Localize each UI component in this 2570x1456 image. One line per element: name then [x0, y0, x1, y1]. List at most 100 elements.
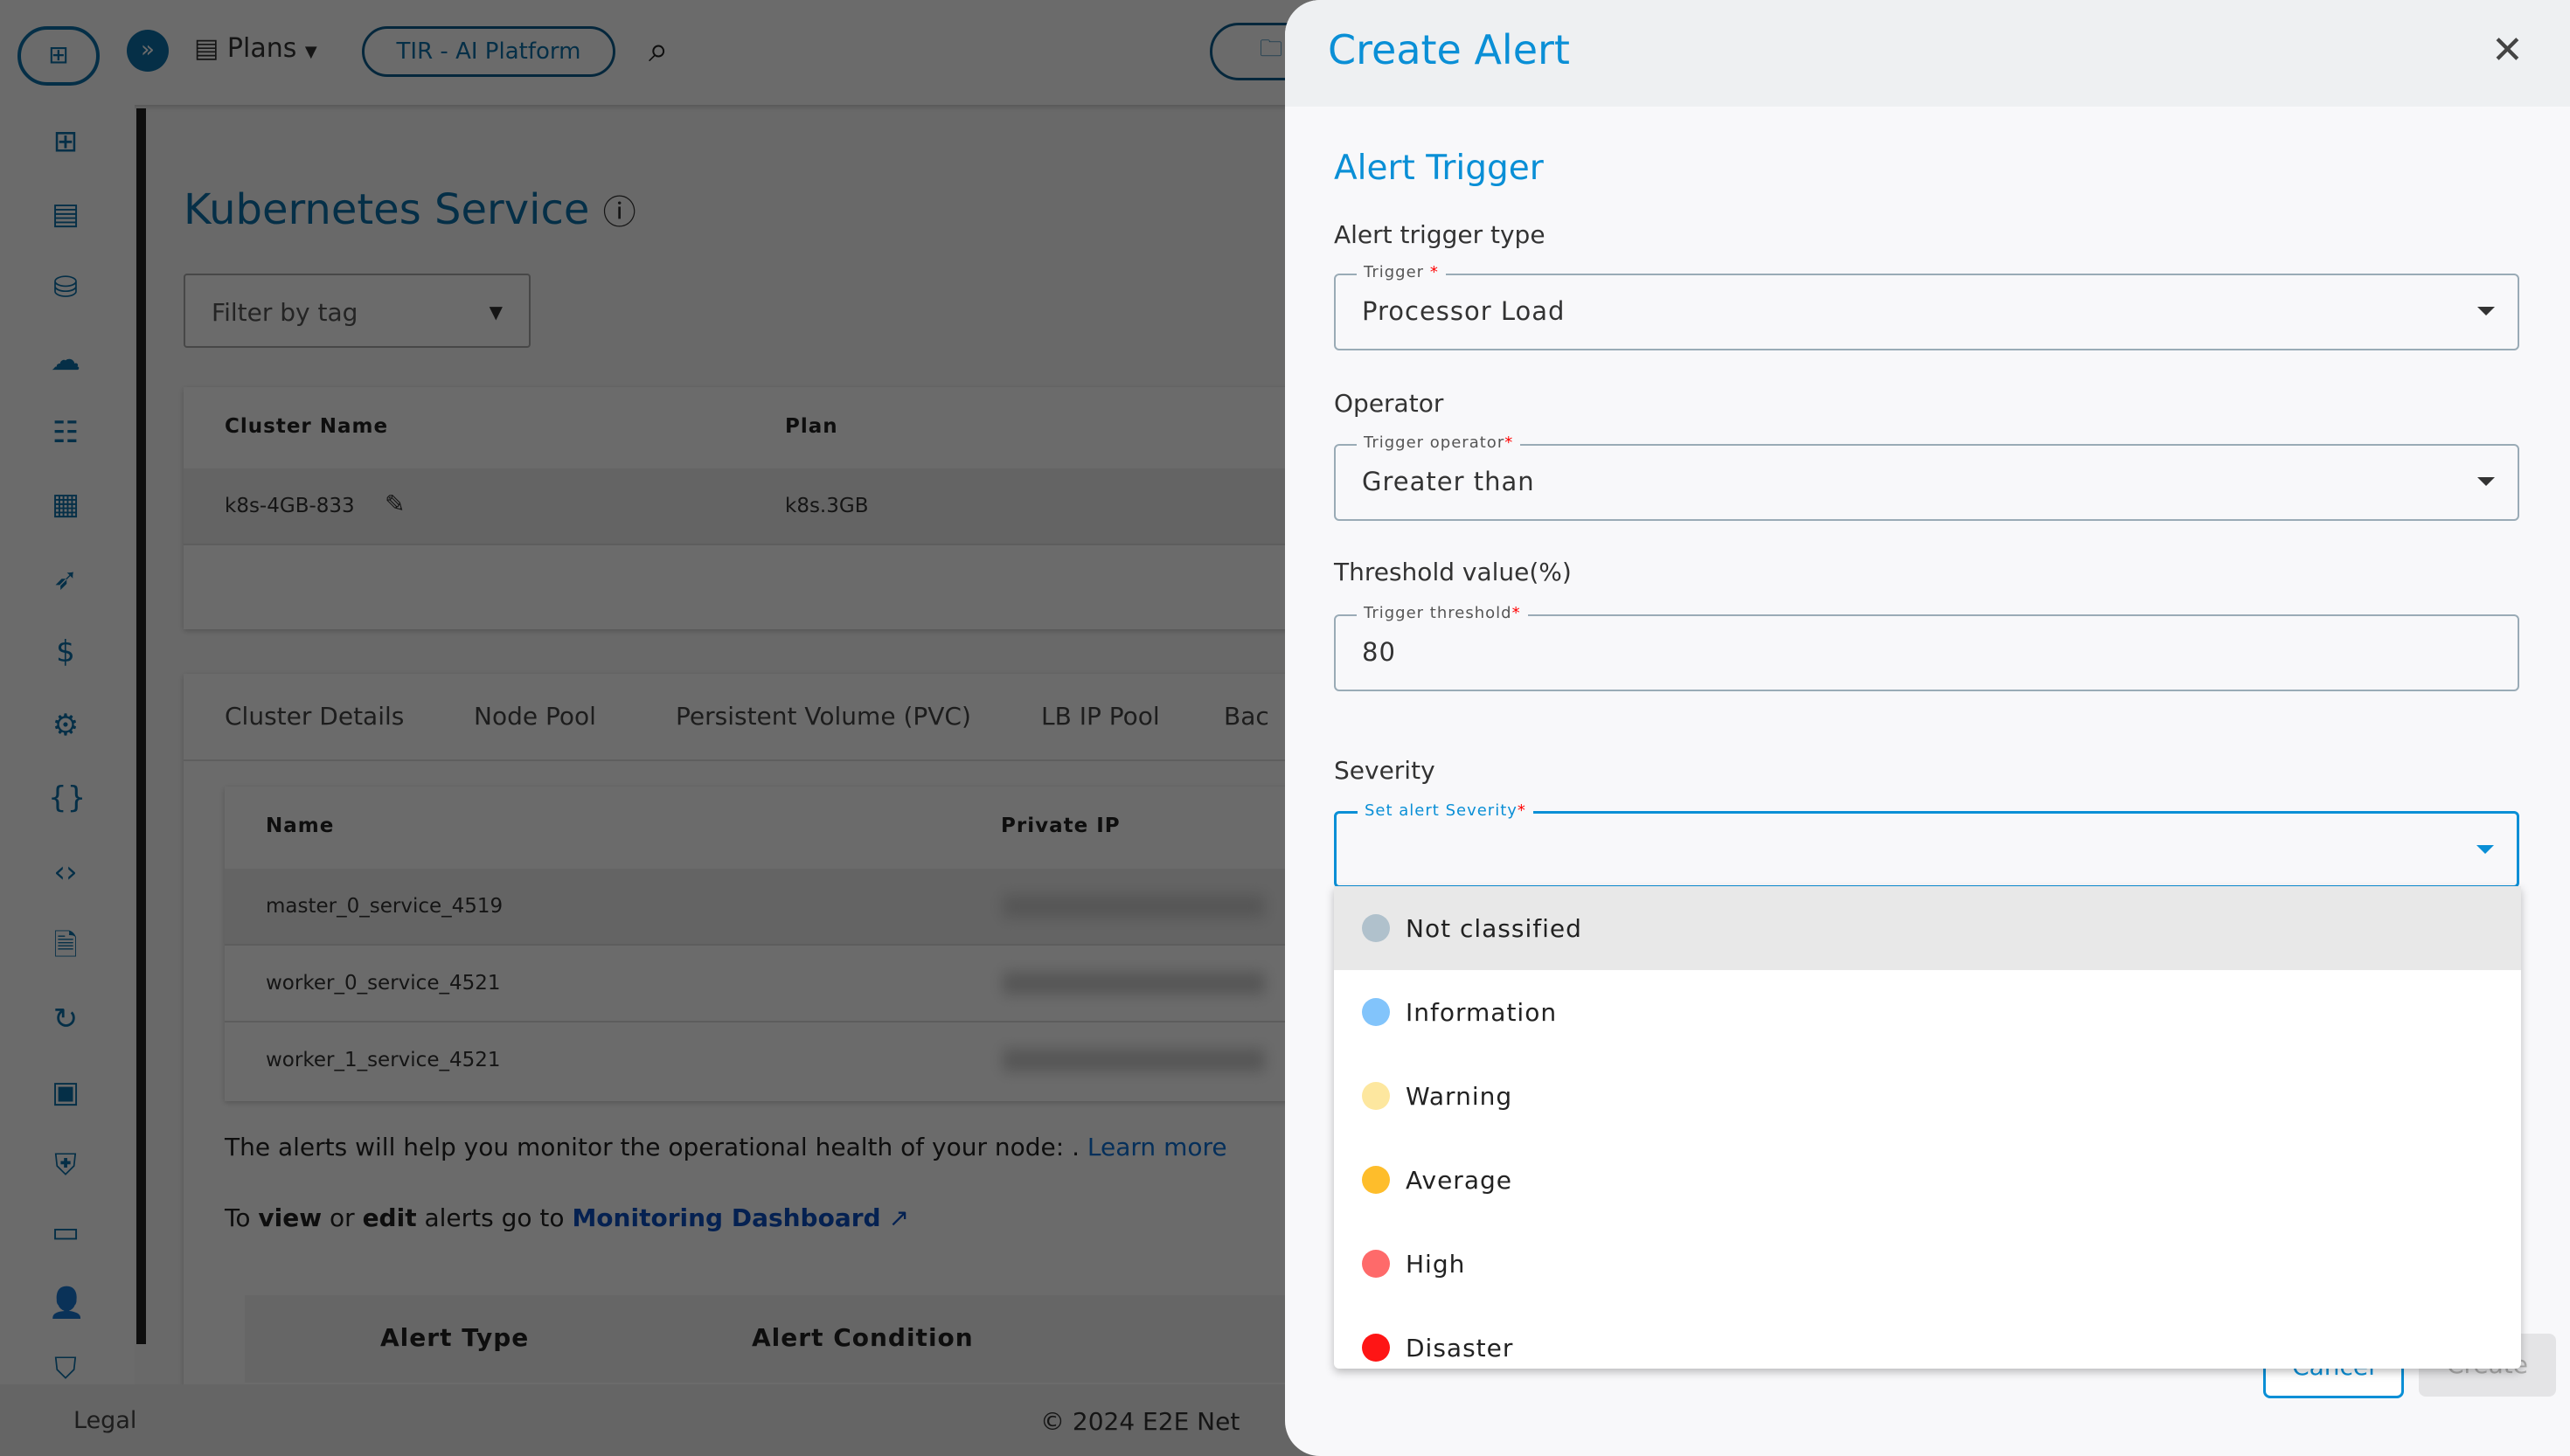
section-title: Alert Trigger: [1334, 149, 1544, 188]
refresh-icon[interactable]: ↻: [48, 1002, 83, 1037]
table-row[interactable]: k8s-4GB-833 ✎ k8s.3GB: [184, 468, 1320, 545]
cluster-table: Cluster Name Plan k8s-4GB-833 ✎ k8s.3GB: [184, 387, 1320, 629]
severity-color-dot-icon: [1362, 1250, 1390, 1278]
filter-by-tag-select[interactable]: Filter by tag ▼: [184, 274, 531, 348]
rocket-icon[interactable]: ➶: [48, 562, 83, 597]
chevron-down-icon: ▼: [489, 302, 503, 322]
threshold-label: Threshold value(%): [1334, 558, 1572, 586]
severity-option[interactable]: Information: [1334, 970, 2521, 1054]
node-name: master_0_service_4519: [266, 895, 504, 918]
severity-color-dot-icon: [1362, 1166, 1390, 1194]
trigger-threshold-input[interactable]: Trigger threshold* 80: [1334, 604, 2519, 691]
severity-option-label: Information: [1406, 997, 1558, 1027]
severity-option[interactable]: High: [1334, 1222, 2521, 1306]
severity-color-dot-icon: [1362, 914, 1390, 942]
severity-option[interactable]: Disaster: [1334, 1306, 2521, 1390]
folder-icon: 🗀: [1259, 36, 1282, 62]
severity-option-label: Average: [1406, 1165, 1512, 1195]
legal-link[interactable]: Legal: [73, 1407, 136, 1434]
severity-option-label: Disaster: [1406, 1333, 1514, 1362]
chevron-down-icon: [2476, 845, 2494, 854]
severity-option[interactable]: Average: [1334, 1138, 2521, 1222]
document-icon[interactable]: 🗎: [48, 928, 83, 963]
column-header: Private IP: [1001, 815, 1121, 837]
expand-sidebar-icon[interactable]: »: [127, 30, 169, 72]
alerts-table-header: Alert Type Alert Condition: [245, 1295, 1285, 1383]
node-name: worker_0_service_4521: [266, 972, 501, 995]
help-icon[interactable]: ⓘ: [603, 193, 636, 232]
trigger-operator-select[interactable]: Trigger operator* Greater than: [1334, 433, 2519, 521]
add-user-icon[interactable]: 👤: [48, 1286, 85, 1321]
tab-persistent-volume[interactable]: Persistent Volume (PVC): [676, 702, 971, 731]
code-icon[interactable]: ‹›: [48, 855, 83, 890]
severity-option[interactable]: Not classified: [1334, 886, 2521, 970]
column-header: Alert Condition: [752, 1323, 974, 1352]
filter-placeholder: Filter by tag: [212, 298, 358, 327]
tab-node-pool[interactable]: Node Pool: [474, 702, 596, 731]
required-mark: *: [1504, 433, 1514, 452]
severity-color-dot-icon: [1362, 998, 1390, 1026]
severity-select[interactable]: Set alert Severity*: [1334, 801, 2519, 888]
column-header: Plan: [785, 415, 838, 438]
severity-option-label: High: [1406, 1249, 1466, 1279]
alerts-info-text: The alerts will help you monitor the ope…: [225, 1133, 1227, 1161]
monitoring-dashboard-link[interactable]: Monitoring Dashboard: [572, 1203, 880, 1232]
braces-icon[interactable]: {}: [48, 780, 86, 815]
search-icon[interactable]: ⌕: [649, 30, 668, 70]
table-row[interactable]: worker_1_service_4521: [225, 1023, 1317, 1099]
tab-lb-ip-pool[interactable]: LB IP Pool: [1041, 702, 1160, 731]
edit-tag-icon[interactable]: ✎: [385, 489, 405, 518]
text: alerts go to: [416, 1203, 573, 1232]
trigger-select[interactable]: Trigger * Processor Load: [1334, 263, 2519, 350]
table-row[interactable]: worker_0_service_4521: [225, 946, 1317, 1023]
settings-icon[interactable]: ⚙: [48, 708, 83, 743]
trigger-type-label: Alert trigger type: [1334, 220, 1545, 249]
table-row[interactable]: master_0_service_4519: [225, 869, 1317, 946]
legend-text: Trigger operator: [1364, 433, 1505, 452]
network-server-icon[interactable]: ☷: [48, 415, 83, 450]
shield-icon[interactable]: ⛉: [48, 1351, 83, 1386]
external-link-icon: ↗: [880, 1203, 909, 1232]
create-alert-dialog: Create Alert ✕ Alert Trigger Alert trigg…: [1285, 0, 2570, 1456]
monitor-icon[interactable]: ▭: [48, 1215, 83, 1250]
tir-ai-platform-button[interactable]: TIR - AI Platform: [362, 26, 615, 77]
column-header: Alert Type: [380, 1323, 530, 1352]
severity-option[interactable]: Warning: [1334, 1054, 2521, 1138]
dialog-title: Create Alert: [1328, 26, 1570, 73]
private-ip-redacted: [1003, 972, 1265, 995]
learn-more-link[interactable]: Learn more: [1087, 1133, 1227, 1161]
severity-option-label: Warning: [1406, 1081, 1513, 1111]
tab-backup[interactable]: Bac: [1224, 702, 1269, 731]
cluster-name[interactable]: k8s-4GB-833: [225, 495, 355, 517]
page-title-text: Kubernetes Service: [184, 185, 590, 234]
trigger-legend: Trigger *: [1357, 263, 1446, 281]
text-edit: edit: [362, 1203, 417, 1232]
sidebar-scrollbar[interactable]: [136, 108, 146, 1344]
dashboard-add-icon[interactable]: ⊞: [48, 124, 83, 159]
grid-icon[interactable]: ▦: [48, 487, 83, 522]
security-icon[interactable]: ⛨: [48, 1147, 83, 1182]
cloud-network-icon[interactable]: ☁: [48, 343, 83, 378]
image-icon[interactable]: ▣: [48, 1075, 83, 1110]
tab-cluster-details[interactable]: Cluster Details: [225, 702, 404, 731]
dialog-header: Create Alert ✕: [1285, 0, 2570, 107]
column-header: Name: [266, 815, 335, 837]
billing-icon[interactable]: $: [48, 634, 83, 669]
database-icon[interactable]: ⛁: [48, 270, 83, 305]
tab-bar: Cluster Details Node Pool Persistent Vol…: [184, 674, 1320, 761]
severity-label: Severity: [1334, 756, 1435, 785]
close-icon[interactable]: ✕: [2491, 28, 2524, 73]
legend-text: Set alert Severity: [1365, 801, 1518, 820]
text-view: view: [258, 1203, 323, 1232]
severity-legend: Set alert Severity*: [1358, 801, 1533, 820]
chevron-down-icon: ▼: [304, 43, 317, 61]
plans-menu[interactable]: ▤ Plans ▼: [194, 33, 317, 64]
copyright-text: © 2024 E2E Net: [1040, 1407, 1240, 1436]
required-mark: *: [1429, 263, 1439, 281]
sidebar: ⊞ ▤ ⛁ ☁ ☷ ▦ ➶ $ ⚙ {} ‹› 🗎 ↻ ▣ ⛨ ▭ 👤 ⛉: [0, 105, 135, 1386]
e2e-cloud-logo[interactable]: ⊞: [17, 26, 100, 86]
servers-icon[interactable]: ▤: [48, 197, 83, 232]
chevron-down-icon: [2477, 477, 2495, 486]
operator-legend: Trigger operator*: [1357, 433, 1521, 452]
required-mark: *: [1511, 604, 1521, 622]
